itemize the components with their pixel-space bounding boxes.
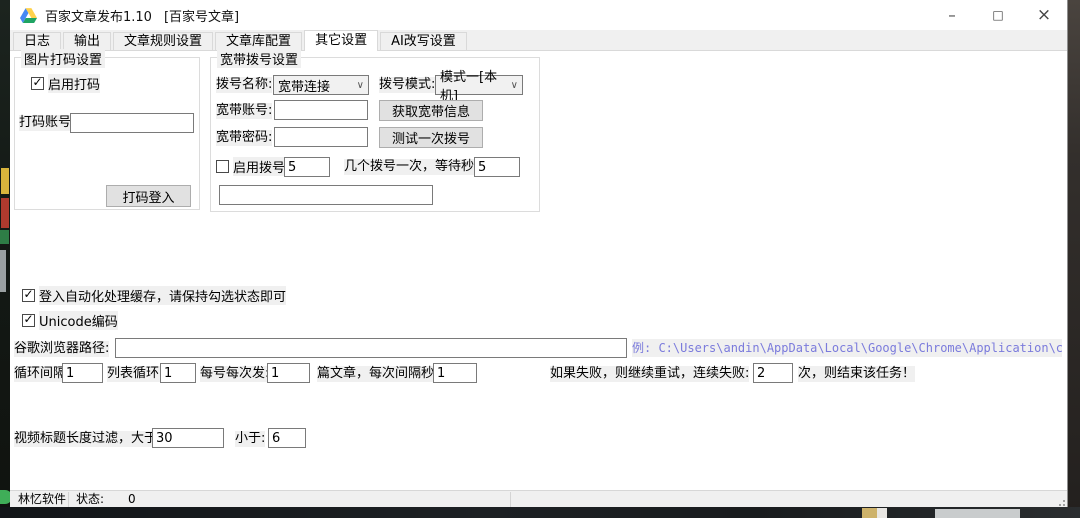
tab-output[interactable]: 输出: [63, 32, 111, 50]
window-doc-title: [百家号文章]: [164, 6, 239, 25]
list-loop-label: 列表循环:: [107, 366, 163, 382]
other-settings-page: 图片打码设置 ✓ 启用打码 打码账号: 打码登入 宽带拨号设置 拨号名称: 宽带…: [10, 51, 1067, 490]
maximize-button[interactable]: □: [975, 0, 1021, 30]
checkbox-box: ✓: [22, 289, 35, 302]
per-send-input[interactable]: [267, 363, 310, 383]
video-filter-label: 视频标题长度过滤，大于:: [14, 431, 161, 447]
status-value: 0: [128, 492, 136, 507]
checkmark-icon: ✓: [23, 289, 33, 300]
dial-extra-input[interactable]: [219, 185, 433, 205]
tab-other-settings[interactable]: 其它设置: [304, 30, 378, 51]
dial-mode-select[interactable]: 模式一[本机] ∨: [435, 75, 523, 95]
fail-suffix-label: 次，则结束该任务！: [798, 366, 915, 382]
dial-mode-label: 拨号模式:: [379, 77, 435, 93]
fail-retry-label: 如果失败，则继续重试，连续失败:: [550, 366, 749, 382]
resize-grip[interactable]: [1056, 497, 1065, 506]
enable-captcha-checkbox[interactable]: ✓ 启用打码: [31, 76, 100, 91]
test-dial-button[interactable]: 测试一次拨号: [379, 127, 483, 148]
enable-dial-checkbox[interactable]: 启用拨号: [216, 159, 285, 174]
gap-seconds-label: 篇文章，每次间隔秒:: [317, 366, 438, 382]
fail-count-input[interactable]: [753, 363, 793, 383]
chevron-down-icon: ∨: [511, 80, 518, 91]
status-label: 状态:: [76, 492, 104, 507]
broadband-account-input[interactable]: [274, 100, 368, 120]
tab-log[interactable]: 日志: [13, 32, 61, 50]
maximize-icon: □: [992, 8, 1003, 22]
desktop-icon-fragment: [935, 509, 1020, 518]
checkbox-label: 启用打码: [48, 74, 100, 93]
checkbox-label: Unicode编码: [39, 311, 118, 330]
minimize-icon: –: [948, 10, 956, 20]
captcha-settings-group: 图片打码设置 ✓ 启用打码 打码账号: 打码登入: [14, 57, 200, 210]
tab-strip: 日志 输出 文章规则设置 文章库配置 其它设置 AI改写设置: [10, 30, 1067, 51]
dial-name-value: 宽带连接: [278, 76, 330, 95]
status-bar: 林忆软件 状态: 0: [10, 490, 1067, 507]
app-icon: [20, 8, 37, 23]
desktop-edge-right: [1068, 0, 1080, 518]
dialup-settings-group: 宽带拨号设置 拨号名称: 宽带连接 ∨ 拨号模式: 模式一[本机] ∨ 宽带账号…: [210, 57, 540, 212]
window-controls: – □ ×: [929, 0, 1067, 30]
title-bar: 百家文章发布1.10 [百家号文章] – □ ×: [10, 0, 1067, 30]
dial-wait-input[interactable]: [474, 157, 520, 177]
desktop-edge-left: [0, 0, 10, 518]
unicode-option-checkbox[interactable]: ✓ Unicode编码: [22, 313, 118, 328]
dial-mode-value: 模式一[本机]: [440, 66, 511, 104]
loop-interval-input[interactable]: [62, 363, 103, 383]
close-icon: ×: [1037, 5, 1051, 25]
video-lt-input[interactable]: [268, 428, 306, 448]
window-title: 百家文章发布1.10: [45, 6, 152, 25]
broadband-password-label: 宽带密码:: [216, 130, 272, 146]
chrome-path-label: 谷歌浏览器路径:: [14, 341, 109, 357]
checkmark-icon: ✓: [32, 77, 42, 88]
checkbox-box: [216, 160, 229, 173]
gap-seconds-input[interactable]: [433, 363, 477, 383]
desktop-icon-fragment: [862, 508, 877, 518]
dialup-group-title: 宽带拨号设置: [217, 49, 301, 68]
video-lt-label: 小于:: [235, 431, 265, 447]
status-brand: 林忆软件: [18, 492, 66, 507]
dial-wait-label: 几个拨号一次，等待秒:: [344, 159, 478, 175]
desktop-icon-fragment: [0, 250, 6, 292]
tab-article-rules[interactable]: 文章规则设置: [113, 32, 213, 50]
desktop-icon-fragment: [877, 508, 887, 518]
broadband-password-input[interactable]: [274, 127, 368, 147]
tab-article-library[interactable]: 文章库配置: [215, 32, 302, 50]
captcha-group-title: 图片打码设置: [21, 49, 105, 68]
status-separator: [68, 492, 69, 507]
desktop-icon-fragment: [1, 198, 9, 228]
video-gt-input[interactable]: [152, 428, 224, 448]
chrome-path-hint: 例: C:\Users\andin\AppData\Local\Google\C…: [632, 339, 1062, 357]
desktop-edge-bottom: [0, 507, 1080, 518]
checkbox-box: ✓: [22, 314, 35, 327]
minimize-button[interactable]: –: [929, 0, 975, 30]
status-separator: [510, 492, 511, 507]
cache-option-checkbox[interactable]: ✓ 登入自动化处理缓存，请保持勾选状态即可: [22, 288, 286, 303]
checkbox-label: 登入自动化处理缓存，请保持勾选状态即可: [39, 286, 286, 305]
tab-ai-rewrite[interactable]: AI改写设置: [380, 32, 467, 50]
close-button[interactable]: ×: [1021, 0, 1067, 30]
captcha-account-input[interactable]: [70, 113, 194, 133]
captcha-login-button[interactable]: 打码登入: [106, 185, 191, 207]
checkbox-label: 启用拨号: [233, 157, 285, 176]
app-window: 百家文章发布1.10 [百家号文章] – □ × 日志 输出 文章规则设置 文章…: [10, 0, 1068, 507]
dial-name-select[interactable]: 宽带连接 ∨: [273, 75, 369, 95]
captcha-account-label: 打码账号:: [19, 115, 75, 131]
get-broadband-info-button[interactable]: 获取宽带信息: [379, 100, 483, 121]
checkbox-box: ✓: [31, 77, 44, 90]
chrome-path-input[interactable]: [115, 338, 627, 358]
desktop-icon-fragment: [1, 168, 9, 194]
dial-name-label: 拨号名称:: [216, 77, 272, 93]
dial-count-input[interactable]: [284, 157, 330, 177]
checkmark-icon: ✓: [23, 314, 33, 325]
broadband-account-label: 宽带账号:: [216, 103, 272, 119]
desktop-icon-fragment: [0, 230, 9, 244]
chevron-down-icon: ∨: [357, 80, 364, 91]
per-send-label: 每号每次发:: [200, 366, 269, 382]
list-loop-input[interactable]: [160, 363, 196, 383]
